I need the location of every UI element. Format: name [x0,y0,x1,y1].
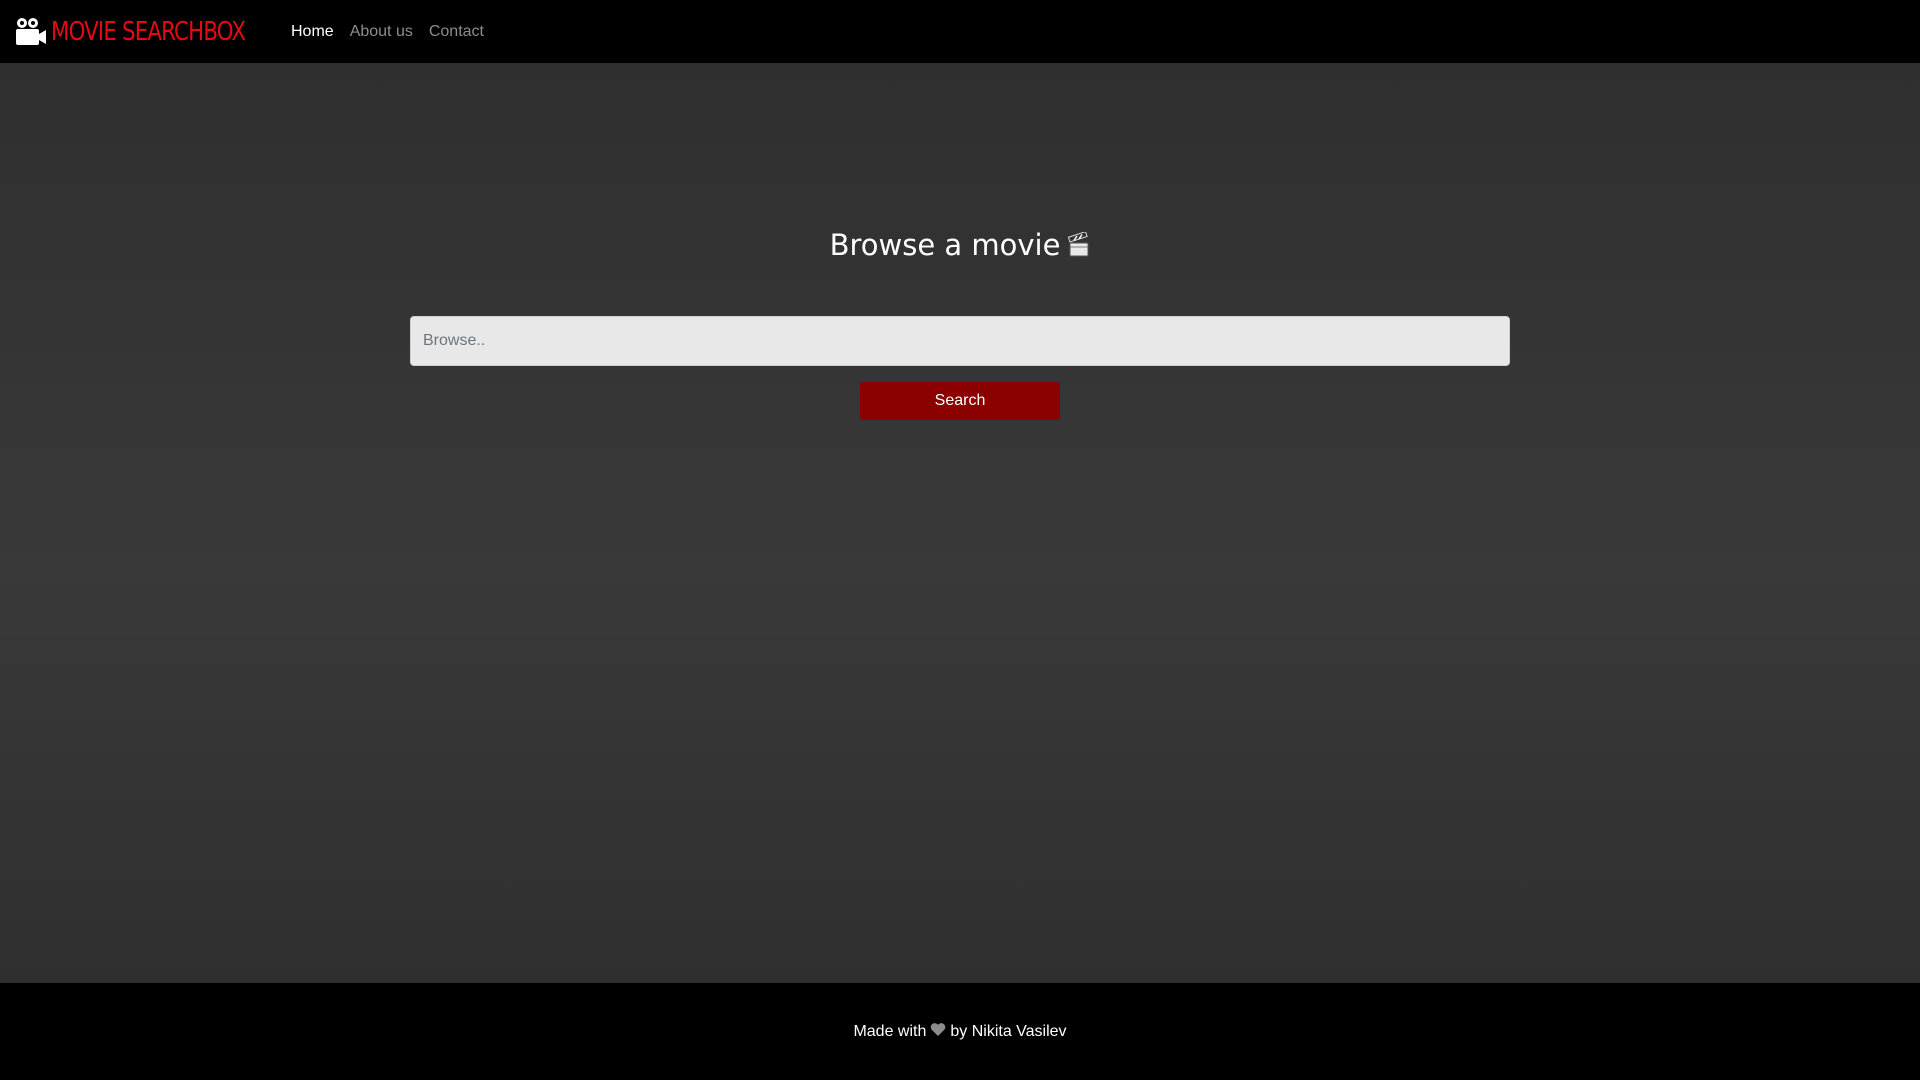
clapperboard-icon [1068,231,1090,265]
search-button[interactable]: Search [860,382,1060,420]
nav-link-contact[interactable]: Contact [429,23,484,41]
nav-link-home[interactable]: Home [291,23,334,41]
page-title-text: Browse a movie [829,228,1061,262]
page-title: Browse a movie [0,228,1920,265]
main-content: Browse a movie Search [0,63,1920,983]
video-camera-icon [15,17,47,47]
nav-menu: Home About us Contact [291,23,500,41]
navbar: MOVIE SEARCHBOX Home About us Contact [0,0,1920,63]
footer-author: by Nikita Vasilev [950,1022,1067,1040]
footer: Made with by Nikita Vasilev [0,983,1920,1080]
heart-icon [930,1022,946,1042]
nav-link-about[interactable]: About us [350,23,413,41]
search-input[interactable] [410,316,1510,366]
footer-prefix: Made with [853,1022,927,1040]
brand-link[interactable]: MOVIE SEARCHBOX [15,17,273,47]
brand-title: MOVIE SEARCHBOX [51,16,246,47]
